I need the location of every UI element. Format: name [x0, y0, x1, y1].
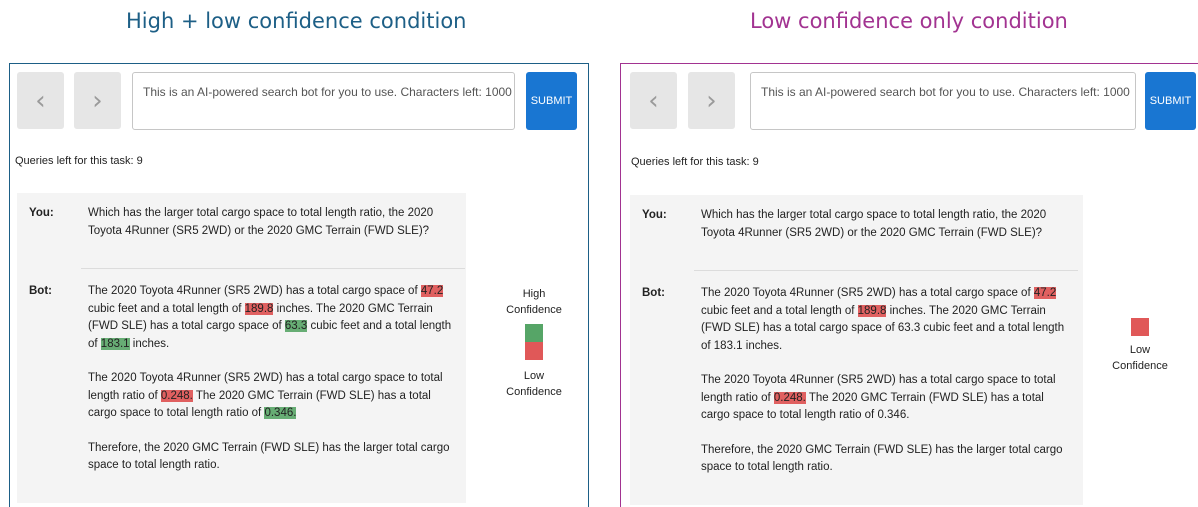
- bot-text-segment: The 2020 Toyota 4Runner (SR5 2WD) has a …: [88, 285, 421, 297]
- message-divider: [81, 268, 465, 269]
- bot-text-segment: Therefore, the 2020 GMC Terrain (FWD SLE…: [88, 441, 450, 472]
- bot-text-segment: inches.: [129, 337, 170, 350]
- high-confidence-swatch: [525, 324, 543, 342]
- confidence-legend: Low Confidence: [1095, 318, 1185, 374]
- bot-text-segment: Therefore, the 2020 GMC Terrain (FWD SLE…: [701, 443, 1063, 474]
- bot-text-segment: cubic feet and a total length of: [701, 304, 858, 317]
- queries-left-text: Queries left for this task: 9: [15, 155, 143, 167]
- chat-panel-low-only: ‹ › This is an AI-powered search bot for…: [620, 63, 1198, 507]
- legend-high-label: High Confidence: [506, 288, 562, 316]
- low-confidence-swatch: [1131, 318, 1149, 336]
- bot-paragraph: The 2020 Toyota 4Runner (SR5 2WD) has a …: [701, 285, 1067, 355]
- back-button[interactable]: ‹: [17, 72, 64, 129]
- chat-panel-high-low: ‹ › This is an AI-powered search bot for…: [9, 63, 589, 507]
- submit-button[interactable]: SUBMIT: [526, 72, 577, 130]
- bot-label: Bot:: [29, 285, 52, 297]
- low-confidence-highlight: 189.8: [857, 304, 887, 317]
- low-confidence-highlight: 47.2: [420, 285, 444, 297]
- chevron-left-icon: ‹: [648, 85, 659, 116]
- legend-low-label: Low Confidence: [1112, 344, 1168, 372]
- user-message-text: Which has the larger total cargo space t…: [701, 209, 1047, 239]
- condition-title-high-low: High + low confidence condition: [126, 9, 467, 33]
- bot-paragraph: Therefore, the 2020 GMC Terrain (FWD SLE…: [88, 440, 454, 475]
- low-confidence-highlight: 0.248.: [160, 389, 193, 402]
- condition-title-low-only: Low confidence only condition: [750, 9, 1068, 33]
- confidence-legend: High Confidence Low Confidence: [484, 286, 584, 400]
- chat-transcript: You: Which has the larger total cargo sp…: [17, 193, 466, 503]
- forward-button[interactable]: ›: [688, 72, 735, 129]
- low-confidence-highlight: 0.248.: [773, 391, 806, 404]
- chevron-left-icon: ‹: [35, 85, 46, 116]
- bot-paragraph: The 2020 Toyota 4Runner (SR5 2WD) has a …: [701, 372, 1067, 425]
- submit-button[interactable]: SUBMIT: [1145, 72, 1196, 130]
- bot-text-segment: The 2020 Toyota 4Runner (SR5 2WD) has a …: [701, 287, 1034, 299]
- chevron-right-icon: ›: [92, 85, 103, 116]
- bot-paragraph: The 2020 Toyota 4Runner (SR5 2WD) has a …: [88, 283, 454, 353]
- bot-text-segment: cubic feet and a total length of: [88, 302, 245, 315]
- queries-left-text: Queries left for this task: 9: [631, 156, 759, 168]
- message-divider: [694, 270, 1078, 271]
- low-confidence-swatch: [525, 342, 543, 360]
- chevron-right-icon: ›: [706, 85, 717, 116]
- high-confidence-highlight: 63.3: [284, 320, 308, 332]
- search-input[interactable]: This is an AI-powered search bot for you…: [132, 72, 515, 130]
- low-confidence-highlight: 189.8: [244, 302, 274, 315]
- bot-paragraph: Therefore, the 2020 GMC Terrain (FWD SLE…: [701, 442, 1067, 477]
- bot-paragraph: The 2020 Toyota 4Runner (SR5 2WD) has a …: [88, 370, 454, 423]
- low-confidence-highlight: 47.2: [1033, 287, 1057, 299]
- forward-button[interactable]: ›: [74, 72, 121, 129]
- high-confidence-highlight: 0.346.: [264, 407, 297, 419]
- legend-low-label: Low Confidence: [506, 370, 562, 398]
- back-button[interactable]: ‹: [630, 72, 677, 129]
- bot-message-text: The 2020 Toyota 4Runner (SR5 2WD) has a …: [88, 283, 454, 492]
- bot-message-text: The 2020 Toyota 4Runner (SR5 2WD) has a …: [701, 285, 1067, 494]
- search-input[interactable]: This is an AI-powered search bot for you…: [750, 72, 1136, 130]
- you-label: You:: [642, 209, 667, 221]
- user-message-text: Which has the larger total cargo space t…: [88, 207, 434, 237]
- bot-label: Bot:: [642, 287, 665, 299]
- chat-transcript: You: Which has the larger total cargo sp…: [630, 195, 1083, 505]
- high-confidence-highlight: 183.1: [100, 337, 130, 350]
- you-label: You:: [29, 207, 54, 219]
